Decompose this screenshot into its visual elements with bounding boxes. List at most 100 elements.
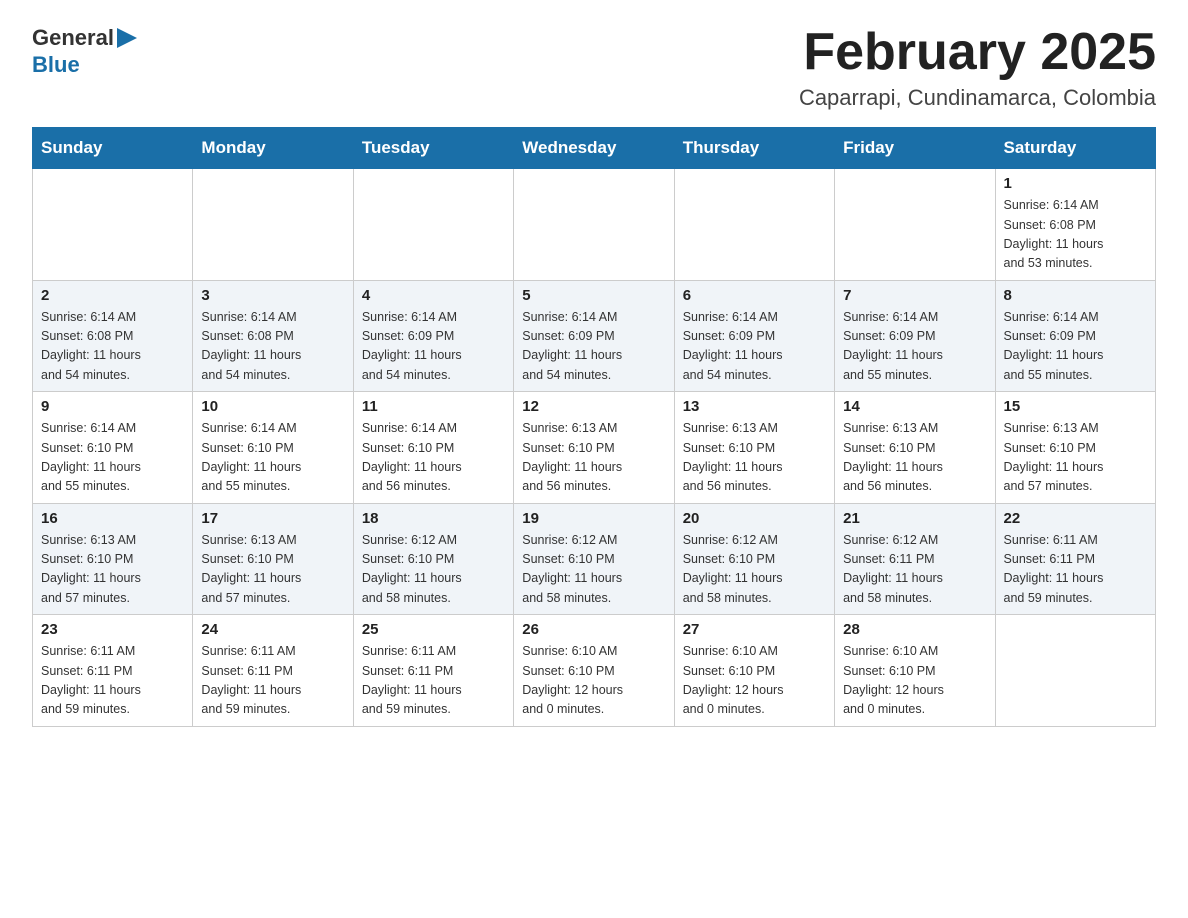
day-number: 13 xyxy=(683,398,826,415)
day-info: Sunrise: 6:14 AM Sunset: 6:08 PM Dayligh… xyxy=(41,308,184,386)
calendar-cell: 2 Sunrise: 6:14 AM Sunset: 6:08 PM Daylig… xyxy=(33,280,193,392)
day-info: Sunrise: 6:13 AM Sunset: 6:10 PM Dayligh… xyxy=(201,531,344,609)
day-number: 10 xyxy=(201,398,344,415)
day-info: Sunrise: 6:14 AM Sunset: 6:09 PM Dayligh… xyxy=(683,308,826,386)
logo-blue: Blue xyxy=(32,52,80,77)
logo: General Blue xyxy=(32,24,137,77)
day-number: 12 xyxy=(522,398,665,415)
day-number: 28 xyxy=(843,621,986,638)
calendar-cell xyxy=(514,169,674,281)
calendar-cell: 9 Sunrise: 6:14 AM Sunset: 6:10 PM Daylig… xyxy=(33,392,193,504)
calendar-cell: 5 Sunrise: 6:14 AM Sunset: 6:09 PM Daylig… xyxy=(514,280,674,392)
day-info: Sunrise: 6:13 AM Sunset: 6:10 PM Dayligh… xyxy=(1004,419,1147,497)
weekday-header-thursday: Thursday xyxy=(674,128,834,169)
calendar-cell: 18Sunrise: 6:12 AM Sunset: 6:10 PM Dayli… xyxy=(353,503,513,615)
day-info: Sunrise: 6:10 AM Sunset: 6:10 PM Dayligh… xyxy=(522,642,665,720)
day-info: Sunrise: 6:10 AM Sunset: 6:10 PM Dayligh… xyxy=(683,642,826,720)
logo-general: General xyxy=(32,26,114,50)
calendar-cell: 11 Sunrise: 6:14 AM Sunset: 6:10 PM Dayli… xyxy=(353,392,513,504)
calendar-cell: 4 Sunrise: 6:14 AM Sunset: 6:09 PM Daylig… xyxy=(353,280,513,392)
calendar-row-3: 9 Sunrise: 6:14 AM Sunset: 6:10 PM Daylig… xyxy=(33,392,1156,504)
day-number: 18 xyxy=(362,510,505,527)
day-number: 5 xyxy=(522,287,665,304)
calendar-cell: 14 Sunrise: 6:13 AM Sunset: 6:10 PM Dayli… xyxy=(835,392,995,504)
day-number: 23 xyxy=(41,621,184,638)
weekday-header-friday: Friday xyxy=(835,128,995,169)
calendar-cell: 28 Sunrise: 6:10 AM Sunset: 6:10 PM Dayli… xyxy=(835,615,995,727)
day-info: Sunrise: 6:13 AM Sunset: 6:10 PM Dayligh… xyxy=(683,419,826,497)
calendar-cell: 21Sunrise: 6:12 AM Sunset: 6:11 PM Dayli… xyxy=(835,503,995,615)
day-number: 4 xyxy=(362,287,505,304)
page-header: General Blue February 2025 Caparrapi, Cu… xyxy=(32,24,1156,111)
calendar-cell: 17 Sunrise: 6:13 AM Sunset: 6:10 PM Dayli… xyxy=(193,503,353,615)
day-number: 24 xyxy=(201,621,344,638)
calendar-row-5: 23 Sunrise: 6:11 AM Sunset: 6:11 PM Dayli… xyxy=(33,615,1156,727)
day-info: Sunrise: 6:14 AM Sunset: 6:09 PM Dayligh… xyxy=(1004,308,1147,386)
day-number: 15 xyxy=(1004,398,1147,415)
calendar-cell: 25 Sunrise: 6:11 AM Sunset: 6:11 PM Dayli… xyxy=(353,615,513,727)
day-number: 16 xyxy=(41,510,184,527)
day-info: Sunrise: 6:11 AM Sunset: 6:11 PM Dayligh… xyxy=(201,642,344,720)
weekday-header-saturday: Saturday xyxy=(995,128,1155,169)
day-info: Sunrise: 6:14 AM Sunset: 6:09 PM Dayligh… xyxy=(522,308,665,386)
day-info: Sunrise: 6:12 AM Sunset: 6:10 PM Dayligh… xyxy=(522,531,665,609)
day-info: Sunrise: 6:14 AM Sunset: 6:10 PM Dayligh… xyxy=(41,419,184,497)
day-number: 14 xyxy=(843,398,986,415)
day-number: 1 xyxy=(1004,175,1147,192)
calendar-cell: 19 Sunrise: 6:12 AM Sunset: 6:10 PM Dayli… xyxy=(514,503,674,615)
calendar-cell: 12 Sunrise: 6:13 AM Sunset: 6:10 PM Dayli… xyxy=(514,392,674,504)
day-number: 7 xyxy=(843,287,986,304)
calendar-cell: 20 Sunrise: 6:12 AM Sunset: 6:10 PM Dayli… xyxy=(674,503,834,615)
day-number: 17 xyxy=(201,510,344,527)
calendar-cell: 7 Sunrise: 6:14 AM Sunset: 6:09 PM Daylig… xyxy=(835,280,995,392)
day-number: 8 xyxy=(1004,287,1147,304)
day-info: Sunrise: 6:14 AM Sunset: 6:08 PM Dayligh… xyxy=(1004,196,1147,274)
weekday-header-wednesday: Wednesday xyxy=(514,128,674,169)
weekday-header-row: SundayMondayTuesdayWednesdayThursdayFrid… xyxy=(33,128,1156,169)
day-number: 2 xyxy=(41,287,184,304)
title-section: February 2025 Caparrapi, Cundinamarca, C… xyxy=(799,24,1156,111)
month-title: February 2025 xyxy=(799,24,1156,81)
calendar-row-2: 2 Sunrise: 6:14 AM Sunset: 6:08 PM Daylig… xyxy=(33,280,1156,392)
day-info: Sunrise: 6:11 AM Sunset: 6:11 PM Dayligh… xyxy=(362,642,505,720)
weekday-header-tuesday: Tuesday xyxy=(353,128,513,169)
day-number: 27 xyxy=(683,621,826,638)
day-info: Sunrise: 6:13 AM Sunset: 6:10 PM Dayligh… xyxy=(843,419,986,497)
calendar-cell: 1 Sunrise: 6:14 AM Sunset: 6:08 PM Daylig… xyxy=(995,169,1155,281)
day-number: 19 xyxy=(522,510,665,527)
calendar-cell: 22Sunrise: 6:11 AM Sunset: 6:11 PM Dayli… xyxy=(995,503,1155,615)
day-info: Sunrise: 6:14 AM Sunset: 6:10 PM Dayligh… xyxy=(362,419,505,497)
weekday-header-sunday: Sunday xyxy=(33,128,193,169)
day-number: 20 xyxy=(683,510,826,527)
calendar-row-1: 1 Sunrise: 6:14 AM Sunset: 6:08 PM Daylig… xyxy=(33,169,1156,281)
calendar-cell: 13 Sunrise: 6:13 AM Sunset: 6:10 PM Dayli… xyxy=(674,392,834,504)
calendar-cell xyxy=(995,615,1155,727)
calendar-cell xyxy=(33,169,193,281)
day-info: Sunrise: 6:12 AM Sunset: 6:10 PM Dayligh… xyxy=(683,531,826,609)
calendar-cell: 16Sunrise: 6:13 AM Sunset: 6:10 PM Dayli… xyxy=(33,503,193,615)
day-info: Sunrise: 6:14 AM Sunset: 6:08 PM Dayligh… xyxy=(201,308,344,386)
calendar-cell: 3 Sunrise: 6:14 AM Sunset: 6:08 PM Daylig… xyxy=(193,280,353,392)
day-number: 6 xyxy=(683,287,826,304)
day-number: 25 xyxy=(362,621,505,638)
calendar-cell xyxy=(674,169,834,281)
day-number: 3 xyxy=(201,287,344,304)
day-info: Sunrise: 6:10 AM Sunset: 6:10 PM Dayligh… xyxy=(843,642,986,720)
day-number: 11 xyxy=(362,398,505,415)
calendar-cell: 27 Sunrise: 6:10 AM Sunset: 6:10 PM Dayli… xyxy=(674,615,834,727)
day-info: Sunrise: 6:14 AM Sunset: 6:09 PM Dayligh… xyxy=(362,308,505,386)
calendar-row-4: 16 Sunrise: 6:13 AM Sunset: 6:10 PM Dayli… xyxy=(33,503,1156,615)
day-info: Sunrise: 6:11 AM Sunset: 6:11 PM Dayligh… xyxy=(41,642,184,720)
day-number: 9 xyxy=(41,398,184,415)
day-info: Sunrise: 6:11 AM Sunset: 6:11 PM Dayligh… xyxy=(1004,531,1147,609)
logo-arrow-icon xyxy=(117,28,137,48)
day-info: Sunrise: 6:12 AM Sunset: 6:11 PM Dayligh… xyxy=(843,531,986,609)
day-info: Sunrise: 6:14 AM Sunset: 6:09 PM Dayligh… xyxy=(843,308,986,386)
calendar-cell: 15 Sunrise: 6:13 AM Sunset: 6:10 PM Dayli… xyxy=(995,392,1155,504)
calendar-cell: 10Sunrise: 6:14 AM Sunset: 6:10 PM Dayli… xyxy=(193,392,353,504)
day-number: 26 xyxy=(522,621,665,638)
location-title: Caparrapi, Cundinamarca, Colombia xyxy=(799,85,1156,111)
day-info: Sunrise: 6:13 AM Sunset: 6:10 PM Dayligh… xyxy=(522,419,665,497)
calendar-cell: 6 Sunrise: 6:14 AM Sunset: 6:09 PM Daylig… xyxy=(674,280,834,392)
calendar-cell xyxy=(835,169,995,281)
